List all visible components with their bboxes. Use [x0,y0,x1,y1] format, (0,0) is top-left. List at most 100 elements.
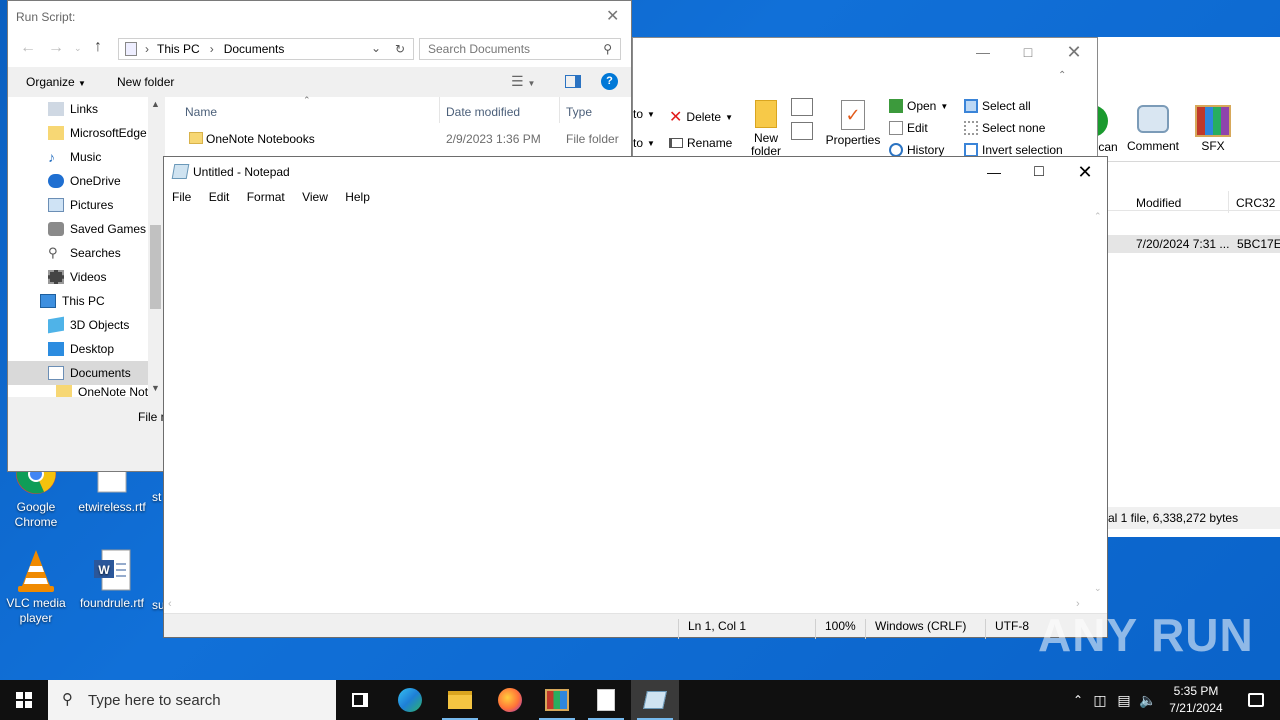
nav-item-microsoftedge[interactable]: MicrosoftEdge [8,121,148,145]
taskbar-winrar[interactable] [533,680,581,720]
folder-icon [56,385,72,397]
column-header-type[interactable]: Type [566,105,592,119]
nav-item-onenote[interactable]: OneNote Not [8,385,148,397]
address-bar[interactable]: › This PC › Documents ⌄ ↻ [118,38,414,60]
file-row[interactable]: OneNote Notebooks 2/9/2023 1:36 PM File … [165,129,631,149]
forward-arrow-icon[interactable]: → [48,39,64,57]
nav-item-links[interactable]: Links [8,97,148,121]
minimize-button[interactable]: — [971,157,1017,187]
move-to-button[interactable]: to ▼ [633,136,655,150]
nav-item-desktop[interactable]: Desktop [8,337,148,361]
delete-button[interactable]: ✕ Delete ▼ [669,107,733,127]
new-item-icon[interactable] [791,98,813,116]
breadcrumb-documents[interactable]: Documents [224,42,285,56]
close-button[interactable]: ✕ [1051,38,1097,66]
search-input[interactable]: Search Documents ⚲ [419,38,621,60]
desktop-icon-label: VLC media player [6,596,66,625]
easy-access-icon[interactable] [791,122,813,140]
rename-button[interactable]: Rename [669,136,732,150]
nav-item-pictures[interactable]: Pictures [8,193,148,217]
new-folder-button[interactable]: New folder [117,75,174,89]
menu-file[interactable]: File [172,190,191,204]
desktop-icon-label-partial[interactable]: st [152,490,161,504]
breadcrumb-this-pc[interactable]: This PC [157,42,200,56]
history-button[interactable]: History [889,143,944,157]
up-arrow-icon[interactable]: ↑ [94,38,102,56]
select-none-button[interactable]: Select none [964,121,1045,135]
nav-item-videos[interactable]: Videos [8,265,148,289]
desktop-icon-vlc[interactable]: VLC media player [0,548,72,626]
organize-button[interactable]: Organize ▼ [26,75,86,89]
scroll-thumb[interactable] [150,225,161,309]
text-area[interactable] [164,207,1090,597]
dropdown-icon: ▼ [647,138,655,148]
scroll-left-icon[interactable]: ‹ [168,598,172,610]
taskbar-notepad[interactable] [631,680,679,720]
scroll-down-icon[interactable]: ▼ [151,383,160,393]
nav-scrollbar[interactable]: ▲ ▼ [148,97,163,397]
close-icon[interactable]: ✕ [606,6,619,26]
scroll-up-icon[interactable]: ⌃ [1094,211,1102,222]
notification-center-button[interactable] [1232,680,1280,720]
taskbar-search-box[interactable]: ⚲ Type here to search [48,680,336,720]
nav-item-onedrive[interactable]: OneDrive [8,169,148,193]
maximize-button[interactable]: □ [1005,38,1051,66]
clock[interactable]: 5:35 PM 7/21/2024 [1166,683,1226,717]
scroll-up-icon[interactable]: ▲ [151,99,160,109]
ethernet-icon[interactable]: ▤ [1112,692,1136,709]
network-icon[interactable]: ◫ [1088,692,1112,709]
refresh-icon[interactable]: ↻ [395,42,405,56]
show-hidden-icons-icon[interactable]: ⌃ [1068,693,1088,707]
breadcrumb-separator: › [209,42,214,56]
column-header-modified[interactable]: Modified [1136,196,1181,210]
copy-to-button[interactable]: to ▼ [633,107,655,121]
menu-help[interactable]: Help [345,190,370,204]
maximize-button[interactable]: □ [1016,157,1062,187]
taskbar-file-explorer[interactable] [436,680,484,720]
preview-pane-icon[interactable] [565,75,581,88]
back-arrow-icon[interactable]: ← [20,39,36,57]
volume-icon[interactable]: 🔈 [1136,692,1160,709]
task-view-button[interactable] [336,680,384,720]
nav-item-this-pc[interactable]: This PC [8,289,148,313]
column-header-date[interactable]: Date modified [446,105,520,119]
documents-icon [48,366,64,380]
menu-bar: File Edit Format View Help [172,190,384,204]
menu-view[interactable]: View [302,190,328,204]
file-row-selected[interactable]: 7/20/2024 7:31 ... 5BC17EE [1108,235,1280,253]
horizontal-scrollbar[interactable]: ‹ › [164,597,1090,614]
nav-item-3d-objects[interactable]: 3D Objects [8,313,148,337]
new-folder-button[interactable]: New folder [745,100,787,158]
start-button[interactable] [0,680,48,720]
invert-selection-button[interactable]: Invert selection [964,143,1063,157]
nav-item-documents[interactable]: Documents [8,361,148,385]
vertical-scrollbar[interactable]: ⌃ ⌄ [1090,207,1107,597]
minimize-button[interactable]: — [960,38,1006,66]
address-dropdown-icon[interactable]: ⌄ [371,41,381,55]
open-button[interactable]: Open ▼ [889,99,948,113]
recent-dropdown-icon[interactable]: ⌄ [74,43,82,54]
nav-item-searches[interactable]: ⚲ Searches [8,241,148,265]
taskbar-notepad-blank[interactable] [582,680,630,720]
desktop-icon-foundrule[interactable]: W foundrule.rtf [76,548,148,611]
properties-button[interactable]: ✓ Properties [825,100,881,147]
select-all-button[interactable]: Select all [964,99,1031,113]
nav-item-saved-games[interactable]: Saved Games [8,217,148,241]
taskbar-edge[interactable] [386,680,434,720]
menu-edit[interactable]: Edit [209,190,230,204]
close-button[interactable]: ✕ [1062,157,1108,187]
sfx-button[interactable]: SFX [1188,105,1238,153]
column-header-crc32[interactable]: CRC32 [1236,196,1275,210]
sfx-icon [1195,105,1231,137]
ribbon-collapse-icon[interactable]: ⌃ [1058,70,1066,81]
comment-button[interactable]: Comment [1124,105,1182,153]
column-header-name[interactable]: Name [185,105,217,119]
scroll-down-icon[interactable]: ⌄ [1094,583,1102,594]
nav-item-music[interactable]: ♪ Music [8,145,148,169]
menu-format[interactable]: Format [247,190,285,204]
help-icon[interactable]: ? [601,73,618,90]
notepad-icon [643,691,667,709]
view-options-icon[interactable]: ☰ ▼ [511,73,535,90]
edit-button[interactable]: Edit [889,121,928,135]
taskbar-firefox[interactable] [486,680,534,720]
